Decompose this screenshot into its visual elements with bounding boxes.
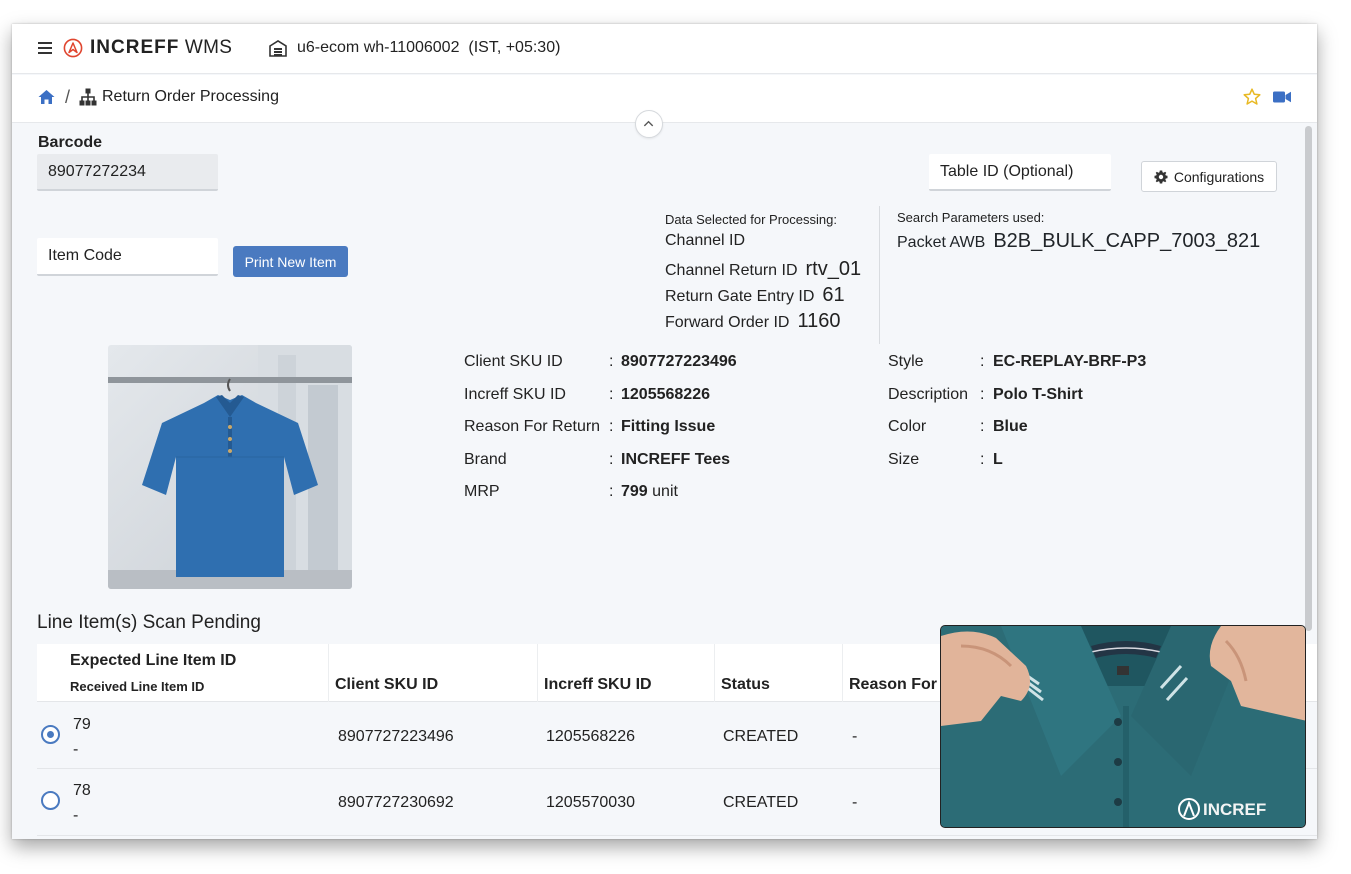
search-parameters-heading: Search Parameters used: bbox=[897, 210, 1045, 225]
status-cell: CREATED bbox=[723, 728, 799, 745]
page-scrollbar[interactable] bbox=[1305, 126, 1312, 631]
search-parameter-row: Packet AWB B2B_BULK_CAPP_7003_821 bbox=[897, 230, 1261, 252]
home-icon[interactable] bbox=[38, 89, 55, 105]
increff-sku-cell: 1205570030 bbox=[546, 794, 635, 811]
column-header-increff-sku: Increff SKU ID bbox=[538, 644, 715, 702]
page-title: Return Order Processing bbox=[102, 88, 279, 105]
selected-data-panel: Data Selected for Processing: Channel ID… bbox=[665, 212, 861, 336]
collapse-header-button[interactable] bbox=[635, 110, 663, 138]
column-header-client-sku: Client SKU ID bbox=[329, 644, 538, 702]
star-icon[interactable] bbox=[1243, 88, 1261, 106]
hamburger-icon[interactable] bbox=[38, 42, 52, 54]
increff-logo-icon bbox=[63, 38, 83, 58]
video-frame: INCREF bbox=[941, 626, 1305, 827]
chevron-up-icon bbox=[643, 120, 654, 127]
video-brand-text: INCREF bbox=[1203, 800, 1266, 819]
increff-sku-cell: 1205568226 bbox=[546, 728, 635, 745]
barcode-label: Barcode bbox=[38, 134, 103, 151]
item-code-input[interactable] bbox=[37, 238, 218, 276]
app-window: INCREFF WMS u6-ecom wh-11006002 (IST, +0… bbox=[12, 24, 1317, 839]
expected-line-item-id: 79 bbox=[73, 716, 91, 733]
client-sku-cell: 8907727223496 bbox=[338, 728, 454, 745]
gear-icon bbox=[1154, 170, 1168, 183]
selected-row: Return Gate Entry ID 61 bbox=[665, 284, 845, 306]
breadcrumb: / Return Order Processing bbox=[12, 75, 1317, 123]
breadcrumb-separator: / bbox=[65, 87, 71, 107]
sitemap-icon bbox=[79, 88, 97, 106]
expected-line-item-id: 78 bbox=[73, 782, 91, 799]
status-cell: CREATED bbox=[723, 794, 799, 811]
table-id-input[interactable] bbox=[929, 154, 1111, 191]
configurations-button[interactable]: Configurations bbox=[1141, 161, 1277, 192]
configurations-label: Configurations bbox=[1173, 168, 1265, 185]
print-new-item-button[interactable]: Print New Item bbox=[233, 246, 348, 277]
warehouse-label[interactable]: u6-ecom wh-11006002 (IST, +05:30) bbox=[297, 39, 560, 57]
selected-row: Channel Return ID rtv_01 bbox=[665, 258, 862, 280]
received-line-item-id: - bbox=[73, 807, 79, 824]
line-items-title: Line Item(s) Scan Pending bbox=[37, 612, 261, 633]
column-header-status: Status bbox=[715, 644, 843, 702]
reason-cell: - bbox=[852, 794, 858, 811]
reason-cell: - bbox=[852, 728, 858, 745]
video-preview-overlay[interactable]: INCREF bbox=[940, 625, 1306, 828]
selected-data-heading: Data Selected for Processing: bbox=[665, 212, 837, 227]
panel-divider bbox=[879, 206, 880, 344]
client-sku-cell: 8907727230692 bbox=[338, 794, 454, 811]
row-radio[interactable] bbox=[41, 791, 60, 810]
app-brand: INCREFF WMS bbox=[90, 37, 233, 58]
top-bar: INCREFF WMS u6-ecom wh-11006002 (IST, +0… bbox=[12, 24, 1317, 74]
received-line-item-id: - bbox=[73, 741, 79, 758]
warehouse-icon bbox=[269, 40, 287, 57]
column-header-line-item: Expected Line Item ID Received Line Item… bbox=[37, 644, 329, 702]
search-parameters-panel: Search Parameters used: Packet AWB B2B_BU… bbox=[897, 210, 1260, 253]
row-radio[interactable] bbox=[41, 725, 60, 744]
video-camera-icon[interactable] bbox=[1273, 91, 1291, 103]
barcode-input[interactable] bbox=[37, 154, 218, 191]
selected-row: Channel ID bbox=[665, 232, 746, 249]
selected-row: Forward Order ID 1160 bbox=[665, 310, 841, 332]
product-image bbox=[108, 345, 352, 589]
